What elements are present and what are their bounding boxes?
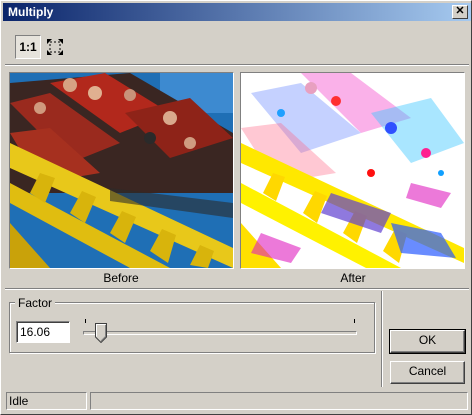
multiply-dialog: Multiply ✕ 1:1 Before After Factor 16.06…: [0, 0, 472, 415]
status-text: Idle: [6, 392, 87, 410]
after-image: [241, 73, 464, 268]
ok-button[interactable]: OK: [389, 329, 466, 354]
factor-slider-thumb[interactable]: [95, 323, 108, 344]
slider-tick-max: [354, 319, 355, 323]
fit-to-window-icon: [47, 39, 63, 55]
close-button[interactable]: ✕: [452, 5, 468, 19]
factor-slider-track[interactable]: [83, 331, 357, 335]
factor-input[interactable]: 16.06: [16, 321, 70, 343]
slider-tick-min: [85, 319, 86, 323]
button-separator: [381, 291, 383, 387]
toolbar-separator: [5, 64, 469, 66]
before-preview[interactable]: [9, 72, 234, 269]
status-pane-secondary: [90, 392, 468, 410]
window-title: Multiply: [8, 5, 54, 19]
preview-separator: [5, 288, 469, 290]
actual-size-button[interactable]: 1:1: [15, 35, 41, 59]
after-caption: After: [340, 271, 366, 285]
cancel-button[interactable]: Cancel: [390, 361, 465, 384]
title-bar[interactable]: Multiply ✕: [3, 3, 471, 21]
factor-group-label: Factor: [15, 296, 56, 310]
before-image: [10, 73, 233, 268]
fit-to-window-button[interactable]: [44, 35, 66, 59]
after-preview[interactable]: [240, 72, 465, 269]
close-icon: ✕: [455, 5, 465, 17]
before-caption: Before: [103, 271, 139, 285]
